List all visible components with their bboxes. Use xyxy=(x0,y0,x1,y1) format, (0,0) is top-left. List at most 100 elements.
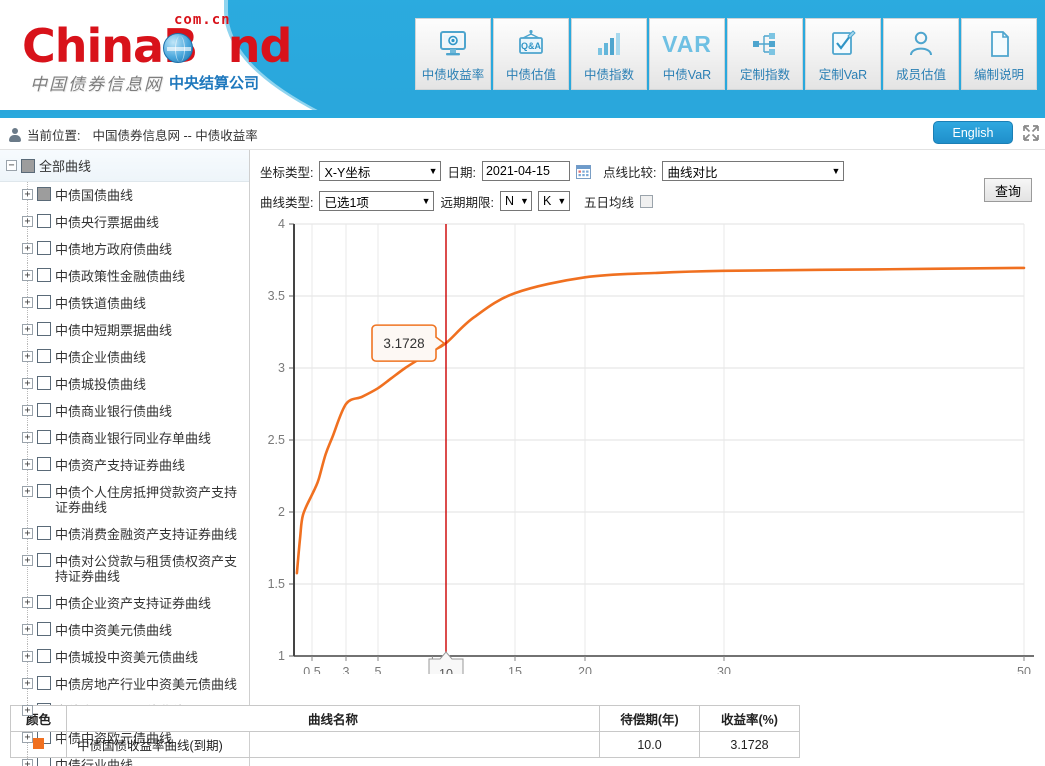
sidebar-item-9[interactable]: + 中债商业银行同业存单曲线 xyxy=(0,425,249,452)
curve-tree-sidebar[interactable]: − 全部曲线 + 中债国债曲线 + 中债央行票据曲线 + 中债地方政府债曲线 + 中债政策性金… xyxy=(0,150,250,766)
nav-button-custom-index[interactable]: 定制指数 xyxy=(727,18,803,90)
nav-button-valuation[interactable]: Q&A 中债估值 xyxy=(493,18,569,90)
yield-curve-chart[interactable]: 11.522.533.540.535910152030503.172810 xyxy=(250,214,1044,690)
tree-checkbox[interactable] xyxy=(37,526,51,540)
table-row[interactable]: 中债国债收益率曲线(到期) 10.0 3.1728 xyxy=(10,731,800,758)
tree-toggle-icon[interactable]: + xyxy=(22,528,33,539)
tree-checkbox[interactable] xyxy=(37,757,51,766)
tree-root-all-curves[interactable]: − 全部曲线 xyxy=(0,150,249,182)
document-icon xyxy=(984,27,1014,61)
sidebar-item-2[interactable]: + 中债地方政府债曲线 xyxy=(0,236,249,263)
tree-checkbox[interactable] xyxy=(37,241,51,255)
tree-checkbox[interactable] xyxy=(21,158,35,173)
tree-checkbox[interactable] xyxy=(37,322,51,336)
tree-toggle-icon[interactable]: + xyxy=(22,624,33,635)
tree-toggle-icon[interactable]: + xyxy=(22,486,33,497)
tree-checkbox[interactable] xyxy=(37,484,51,498)
curve-type-select[interactable]: 已选1项 ▼ xyxy=(319,191,435,211)
tree-checkbox[interactable] xyxy=(37,376,51,390)
nav-button-yield[interactable]: 中债收益率 xyxy=(415,18,491,90)
sidebar-item-12[interactable]: + 中债消费金融资产支持证券曲线 xyxy=(0,521,249,548)
tree-toggle-icon[interactable]: + xyxy=(22,324,33,335)
tree-checkbox[interactable] xyxy=(37,622,51,636)
tree-toggle-icon[interactable]: + xyxy=(22,243,33,254)
calendar-icon[interactable] xyxy=(575,164,591,179)
tree-checkbox[interactable] xyxy=(37,403,51,417)
forward-n-select[interactable]: N ▼ xyxy=(499,191,532,211)
sidebar-item-4[interactable]: + 中债铁道债曲线 xyxy=(0,290,249,317)
x-tick-label: 5 xyxy=(375,665,382,674)
tree-toggle-icon[interactable]: + xyxy=(22,378,33,389)
nav-label: 中债估值 xyxy=(505,68,556,82)
tree-toggle-icon[interactable]: + xyxy=(22,216,33,227)
tree-checkbox[interactable] xyxy=(37,349,51,363)
tree-checkbox[interactable] xyxy=(37,268,51,282)
tree-toggle-icon[interactable]: + xyxy=(22,270,33,281)
english-button[interactable]: English xyxy=(933,121,1013,144)
nav-button-index[interactable]: 中债指数 xyxy=(571,18,647,90)
sidebar-item-7[interactable]: + 中债城投债曲线 xyxy=(0,371,249,398)
tree-toggle-icon[interactable]: + xyxy=(22,555,33,566)
tree-checkbox[interactable] xyxy=(37,214,51,228)
sidebar-item-16[interactable]: + 中债城投中资美元债曲线 xyxy=(0,644,249,671)
sidebar-item-10[interactable]: + 中债资产支持证券曲线 xyxy=(0,452,249,479)
nav-button-methodology[interactable]: 编制说明 xyxy=(961,18,1037,90)
tree-toggle-icon[interactable]: + xyxy=(22,432,33,443)
ma5-checkbox[interactable] xyxy=(639,194,653,208)
date-input[interactable]: 2021-04-15 xyxy=(481,161,570,181)
var-text-icon: VAR xyxy=(662,27,712,61)
tree-checkbox[interactable] xyxy=(37,553,51,567)
y-tick-label: 1 xyxy=(278,649,285,663)
tree-toggle-icon[interactable]: + xyxy=(22,405,33,416)
series-line-0[interactable] xyxy=(295,266,1026,575)
sidebar-item-label: 中债企业债曲线 xyxy=(55,350,147,365)
nav-button-var[interactable]: VAR 中债VaR xyxy=(649,18,725,90)
tree-checkbox[interactable] xyxy=(37,457,51,471)
user-icon xyxy=(906,27,936,61)
tree-toggle-icon[interactable]: − xyxy=(6,160,17,171)
date-label: 日期: xyxy=(447,165,476,180)
chart-svg[interactable]: 11.522.533.540.535910152030503.172810 xyxy=(250,214,1044,690)
compare-select[interactable]: 曲线对比 ▼ xyxy=(662,161,845,181)
tree-checkbox[interactable] xyxy=(37,430,51,444)
expand-arrows-icon[interactable] xyxy=(1023,125,1039,141)
tree-toggle-icon[interactable]: + xyxy=(22,759,33,766)
tree-toggle-icon[interactable]: + xyxy=(22,651,33,662)
tree-toggle-icon[interactable]: + xyxy=(22,297,33,308)
sidebar-item-17[interactable]: + 中债房地产行业中资美元债曲线 xyxy=(0,671,249,698)
tree-checkbox[interactable] xyxy=(37,649,51,663)
tree-toggle-icon[interactable]: + xyxy=(22,732,33,743)
tree-checkbox[interactable] xyxy=(37,595,51,609)
tree-toggle-icon[interactable]: + xyxy=(22,597,33,608)
forward-k-select[interactable]: K ▼ xyxy=(537,191,570,211)
tree-toggle-icon[interactable]: + xyxy=(22,705,33,716)
forward-n-value: N xyxy=(504,194,514,208)
tree-checkbox[interactable] xyxy=(37,295,51,309)
sidebar-item-5[interactable]: + 中债中短期票据曲线 xyxy=(0,317,249,344)
sidebar-item-15[interactable]: + 中债中资美元债曲线 xyxy=(0,617,249,644)
chinabond-logo[interactable]: ChinaBond com.cn 中国债券信息网 中央结算公司 xyxy=(14,8,292,100)
query-button[interactable]: 查询 xyxy=(984,178,1032,202)
tree-toggle-icon[interactable]: + xyxy=(22,459,33,470)
tree-checkbox[interactable] xyxy=(37,187,51,201)
tree-toggle-icon[interactable]: + xyxy=(22,678,33,689)
sidebar-item-6[interactable]: + 中债企业债曲线 xyxy=(0,344,249,371)
sidebar-item-11[interactable]: + 中债个人住房抵押贷款资产支持证券曲线 xyxy=(0,479,249,521)
sidebar-item-3[interactable]: + 中债政策性金融债曲线 xyxy=(0,263,249,290)
tree-checkbox[interactable] xyxy=(37,676,51,690)
table-header-row: 颜色 曲线名称 待偿期(年) 收益率(%) xyxy=(10,705,800,732)
nav-button-member-valuation[interactable]: 成员估值 xyxy=(883,18,959,90)
nav-button-custom-var[interactable]: 定制VaR xyxy=(805,18,881,90)
logo-brand-tail: nd xyxy=(227,19,293,73)
coord-type-select[interactable]: X-Y坐标 ▼ xyxy=(319,161,442,181)
sidebar-item-8[interactable]: + 中债商业银行债曲线 xyxy=(0,398,249,425)
site-header: ChinaBond com.cn 中国债券信息网 中央结算公司 中债收益率 xyxy=(0,0,1045,118)
sidebar-item-13[interactable]: + 中债对公贷款与租赁债权资产支持证券曲线 xyxy=(0,548,249,590)
nav-label: 中债指数 xyxy=(583,68,634,82)
sidebar-item-14[interactable]: + 中债企业资产支持证券曲线 xyxy=(0,590,249,617)
sidebar-item-1[interactable]: + 中债央行票据曲线 xyxy=(0,209,249,236)
ma5-label: 五日均线 xyxy=(583,195,634,210)
tree-toggle-icon[interactable]: + xyxy=(22,189,33,200)
sidebar-item-0[interactable]: + 中债国债曲线 xyxy=(0,182,249,209)
tree-toggle-icon[interactable]: + xyxy=(22,351,33,362)
